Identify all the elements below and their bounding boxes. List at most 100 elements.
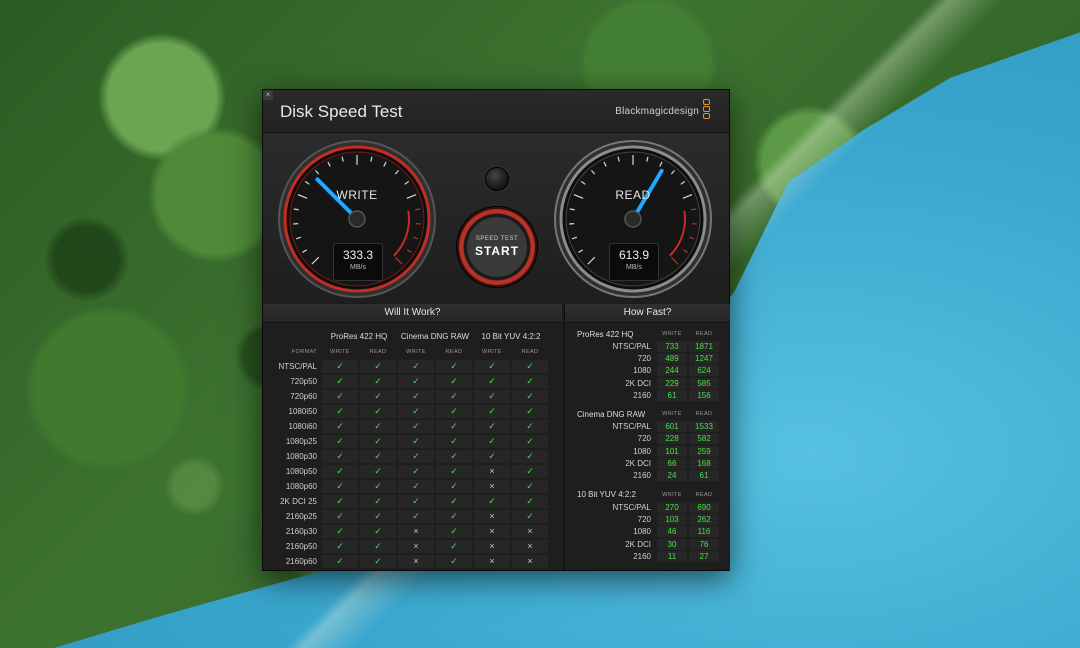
format-label: 720 — [637, 353, 651, 363]
cross-icon: × — [398, 540, 434, 553]
check-icon: ✓ — [436, 555, 472, 568]
write-fps-value: 270 — [657, 501, 687, 513]
table-row: 720 489 1247 — [569, 352, 726, 364]
sub-header-row: FORMAT WRITE READ WRITE READ WRITE READ — [277, 344, 549, 359]
check-icon: ✓ — [398, 465, 434, 478]
codec-group-header: Cinema DNG RAW WRITE READ — [569, 408, 726, 420]
cross-icon: × — [512, 525, 548, 538]
codec-group-header: 10 Bit YUV 4:2:2 WRITE READ — [569, 489, 726, 501]
gauge-panel: WRITE 333.3 MB/s SPEED TEST START READ 6… — [263, 133, 729, 303]
close-icon[interactable]: × — [263, 90, 273, 100]
check-icon: ✓ — [512, 510, 548, 523]
check-icon: ✓ — [322, 540, 358, 553]
cross-icon: × — [512, 540, 548, 553]
check-icon: ✓ — [360, 375, 396, 388]
format-label: 720 — [637, 434, 651, 444]
write-subheader: WRITE — [662, 411, 682, 418]
check-icon: ✓ — [322, 525, 358, 538]
write-fps-value: 46 — [657, 526, 687, 538]
check-icon: ✓ — [474, 405, 510, 418]
check-icon: ✓ — [398, 435, 434, 448]
check-icon: ✓ — [474, 450, 510, 463]
format-label: 720 — [637, 514, 651, 524]
check-icon: ✓ — [512, 495, 548, 508]
format-label: NTSC/PAL — [612, 502, 651, 512]
check-icon: ✓ — [360, 390, 396, 403]
check-icon: ✓ — [360, 435, 396, 448]
format-label: 1080 — [633, 366, 651, 376]
read-fps-value: 27 — [689, 550, 719, 562]
write-fps-value: 11 — [657, 550, 687, 562]
table-row: 2K DCI 30 76 — [569, 538, 726, 550]
table-row: 720p50 ✓ ✓ ✓ ✓ ✓ ✓ — [277, 374, 549, 389]
table-row: 2160p60 ✓ ✓ × ✓ × × — [277, 554, 549, 569]
write-subheader: WRITE — [482, 348, 502, 355]
table-row: 2160 24 61 — [569, 470, 726, 482]
read-fps-value: 76 — [689, 538, 719, 550]
cross-icon: × — [474, 465, 510, 478]
check-icon: ✓ — [436, 405, 472, 418]
check-icon: ✓ — [398, 510, 434, 523]
codec-group-title: ProRes 422 HQ — [577, 329, 634, 339]
settings-knob-icon[interactable] — [485, 167, 509, 191]
read-fps-value: 156 — [689, 389, 719, 401]
check-icon: ✓ — [512, 375, 548, 388]
window-titlebar[interactable]: × Disk Speed Test Blackmagicdesign — [263, 90, 729, 133]
check-icon: ✓ — [512, 450, 548, 463]
check-icon: ✓ — [398, 420, 434, 433]
format-label: 1080p25 — [285, 437, 317, 446]
read-fps-value: 624 — [689, 365, 719, 377]
codec-header: ProRes 422 HQ — [330, 332, 388, 341]
check-icon: ✓ — [360, 525, 396, 538]
read-fps-value: 168 — [689, 458, 719, 470]
write-speed-unit: MB/s — [350, 264, 366, 271]
check-icon: ✓ — [360, 510, 396, 523]
table-row: 2160p50 ✓ ✓ × ✓ × × — [277, 539, 549, 554]
format-label: 2K DCI 25 — [280, 497, 317, 506]
will-it-work-panel: Will It Work? ProRes 422 HQ Cinema DNG R… — [263, 304, 562, 570]
table-row: 1080p50 ✓ ✓ ✓ ✓ × ✓ — [277, 464, 549, 479]
write-fps-value: 228 — [657, 433, 687, 445]
table-row: 1080 46 116 — [569, 526, 726, 538]
format-label: 1080 — [633, 446, 651, 456]
gauge-tick — [691, 208, 697, 211]
start-button[interactable]: SPEED TEST START — [456, 206, 538, 288]
read-gauge-label: READ — [615, 188, 651, 202]
table-row: NTSC/PAL 733 1871 — [569, 340, 726, 352]
check-icon: ✓ — [322, 405, 358, 418]
check-icon: ✓ — [322, 375, 358, 388]
table-row: 720 228 582 — [569, 433, 726, 445]
how-fast-table: ProRes 422 HQ WRITE READ NTSC/PAL 733 1871 720… — [569, 328, 726, 562]
codec-group-header: ProRes 422 HQ WRITE READ — [569, 328, 726, 340]
check-icon: ✓ — [360, 540, 396, 553]
table-row: 1080 101 259 — [569, 445, 726, 457]
format-label: 1080p30 — [285, 452, 317, 461]
check-icon: ✓ — [474, 360, 510, 373]
check-icon: ✓ — [436, 450, 472, 463]
table-row: 720 103 262 — [569, 513, 726, 525]
table-row: 2160 61 156 — [569, 389, 726, 401]
check-icon: ✓ — [398, 375, 434, 388]
check-icon: ✓ — [360, 420, 396, 433]
codec-group-title: 10 Bit YUV 4:2:2 — [577, 490, 636, 500]
write-subheader: WRITE — [662, 331, 682, 337]
format-label: 1080p50 — [285, 467, 317, 476]
read-fps-value: 690 — [689, 501, 719, 513]
check-icon: ✓ — [360, 495, 396, 508]
check-icon: ✓ — [512, 390, 548, 403]
read-fps-value: 1247 — [689, 352, 719, 364]
check-icon: ✓ — [436, 510, 472, 523]
format-label: NTSC/PAL — [612, 341, 651, 351]
format-label: 2K DCI — [625, 378, 651, 388]
read-subheader: READ — [695, 491, 713, 498]
check-icon: ✓ — [436, 540, 472, 553]
brand-name: Blackmagicdesign — [615, 106, 699, 117]
write-fps-value: 24 — [657, 470, 687, 482]
start-button-label: START — [474, 244, 520, 258]
table-row: NTSC/PAL 601 1533 — [569, 420, 726, 433]
check-icon: ✓ — [322, 420, 358, 433]
format-label: 1080i50 — [288, 407, 317, 416]
write-subheader: WRITE — [406, 348, 426, 355]
format-label: 2K DCI — [625, 459, 651, 469]
